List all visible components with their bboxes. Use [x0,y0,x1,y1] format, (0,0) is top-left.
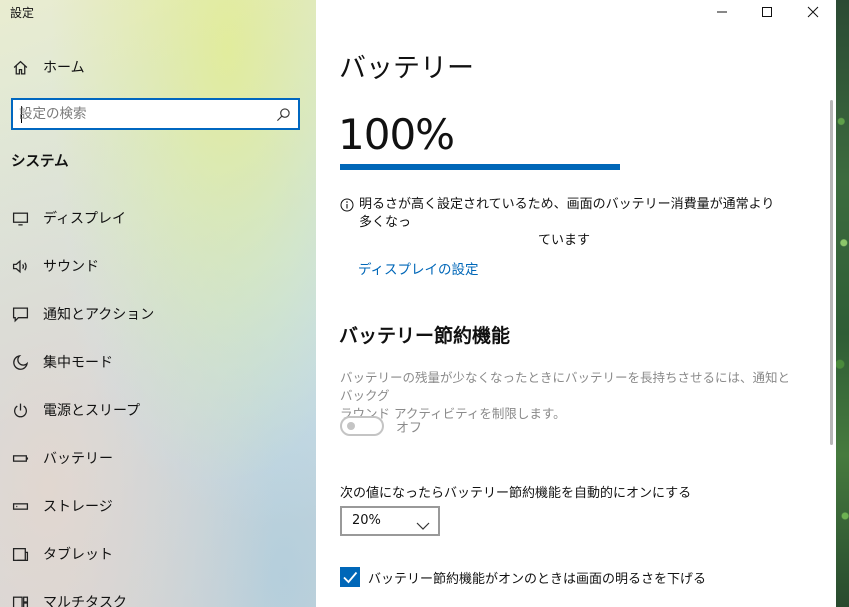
nav-home[interactable]: ホーム [0,47,316,87]
brightness-warning: 明るさが高く設定されているため、画面のバッテリー消費量が通常より多くなっ ていま… [340,196,785,250]
auto-enable-label: 次の値になったらバッテリー節約機能を自動的にオンにする [340,486,692,501]
sidebar-item-label: ストレージ [43,499,113,515]
battery-saver-description: バッテリーの残量が少なくなったときにバッテリーを長持ちさせるには、通知とバックグ… [340,369,790,423]
warning-text-line2: ています [538,233,591,248]
sidebar-item-label: ディスプレイ [43,211,127,227]
reduce-brightness-label: バッテリー節約機能がオンのときは画面の明るさを下げる [368,572,707,587]
scrollbar-thumb[interactable] [830,100,833,445]
multitask-icon [11,593,29,607]
battery-saver-title: バッテリー節約機能 [339,325,511,347]
sidebar-item-focus[interactable]: 集中モード [0,342,316,382]
nav-home-label: ホーム [43,60,85,76]
display-settings-link[interactable]: ディスプレイの設定 [358,258,479,278]
battery-level-fill [340,164,620,170]
toggle-state-label: オフ [396,421,423,436]
maximize-button[interactable] [744,0,790,24]
chevron-down-icon [416,516,430,530]
power-icon [11,401,29,419]
tablet-icon [11,545,29,563]
battery-saver-toggle[interactable] [340,416,384,436]
storage-icon [11,497,29,515]
sidebar-item-display[interactable]: ディスプレイ [0,198,316,238]
battery-icon [11,449,29,467]
minimize-icon [717,11,727,13]
close-icon [807,6,819,18]
notification-icon [11,305,29,323]
minimize-button[interactable] [699,0,745,24]
home-icon [11,58,29,76]
sidebar-item-storage[interactable]: ストレージ [0,486,316,526]
threshold-dropdown[interactable]: 20% [340,506,440,536]
battery-settings-page: バッテリー 100% 明るさが高く設定されているため、画面のバッテリー消費量が通… [316,0,836,607]
sidebar-item-label: バッテリー [43,451,113,467]
sidebar-item-battery[interactable]: バッテリー [0,438,316,478]
info-icon [340,198,354,212]
search-icon[interactable] [276,107,291,122]
window-title: 設定 [10,6,35,20]
description-line1: バッテリーの残量が少なくなったときにバッテリーを長持ちさせるには、通知とバックグ [340,370,791,403]
search-input[interactable] [19,103,269,125]
sidebar-item-label: サウンド [43,259,99,275]
section-title-system: システム [11,154,69,170]
checkmark-icon [343,571,358,584]
settings-search[interactable] [11,98,300,130]
sidebar-item-multitask[interactable]: マルチタスク [0,582,316,607]
sidebar-item-power[interactable]: 電源とスリープ [0,390,316,430]
sidebar-item-notifications[interactable]: 通知とアクション [0,294,316,334]
desktop-wallpaper [836,0,849,607]
reduce-brightness-checkbox[interactable] [340,567,360,587]
battery-percentage: 100% [338,110,455,159]
threshold-value: 20% [352,513,381,528]
sidebar-item-tablet[interactable]: タブレット [0,534,316,574]
warning-text-line1: 明るさが高く設定されているため、画面のバッテリー消費量が通常より多くなっ [359,197,775,230]
page-title: バッテリー [339,53,474,84]
sidebar-item-label: マルチタスク [43,595,127,607]
sidebar-item-sound[interactable]: サウンド [0,246,316,286]
sidebar-item-label: 集中モード [43,355,113,371]
settings-sidebar: 設定 ホーム システム ディスプレイ サウンド 通知とアクション [0,0,316,607]
display-icon [11,209,29,227]
moon-icon [11,353,29,371]
speaker-icon [11,257,29,275]
toggle-knob [347,422,355,430]
battery-level-bar [340,164,620,170]
sidebar-item-label: 通知とアクション [43,307,155,323]
sidebar-item-label: タブレット [43,547,113,563]
sidebar-item-label: 電源とスリープ [43,403,141,419]
maximize-icon [762,7,772,17]
